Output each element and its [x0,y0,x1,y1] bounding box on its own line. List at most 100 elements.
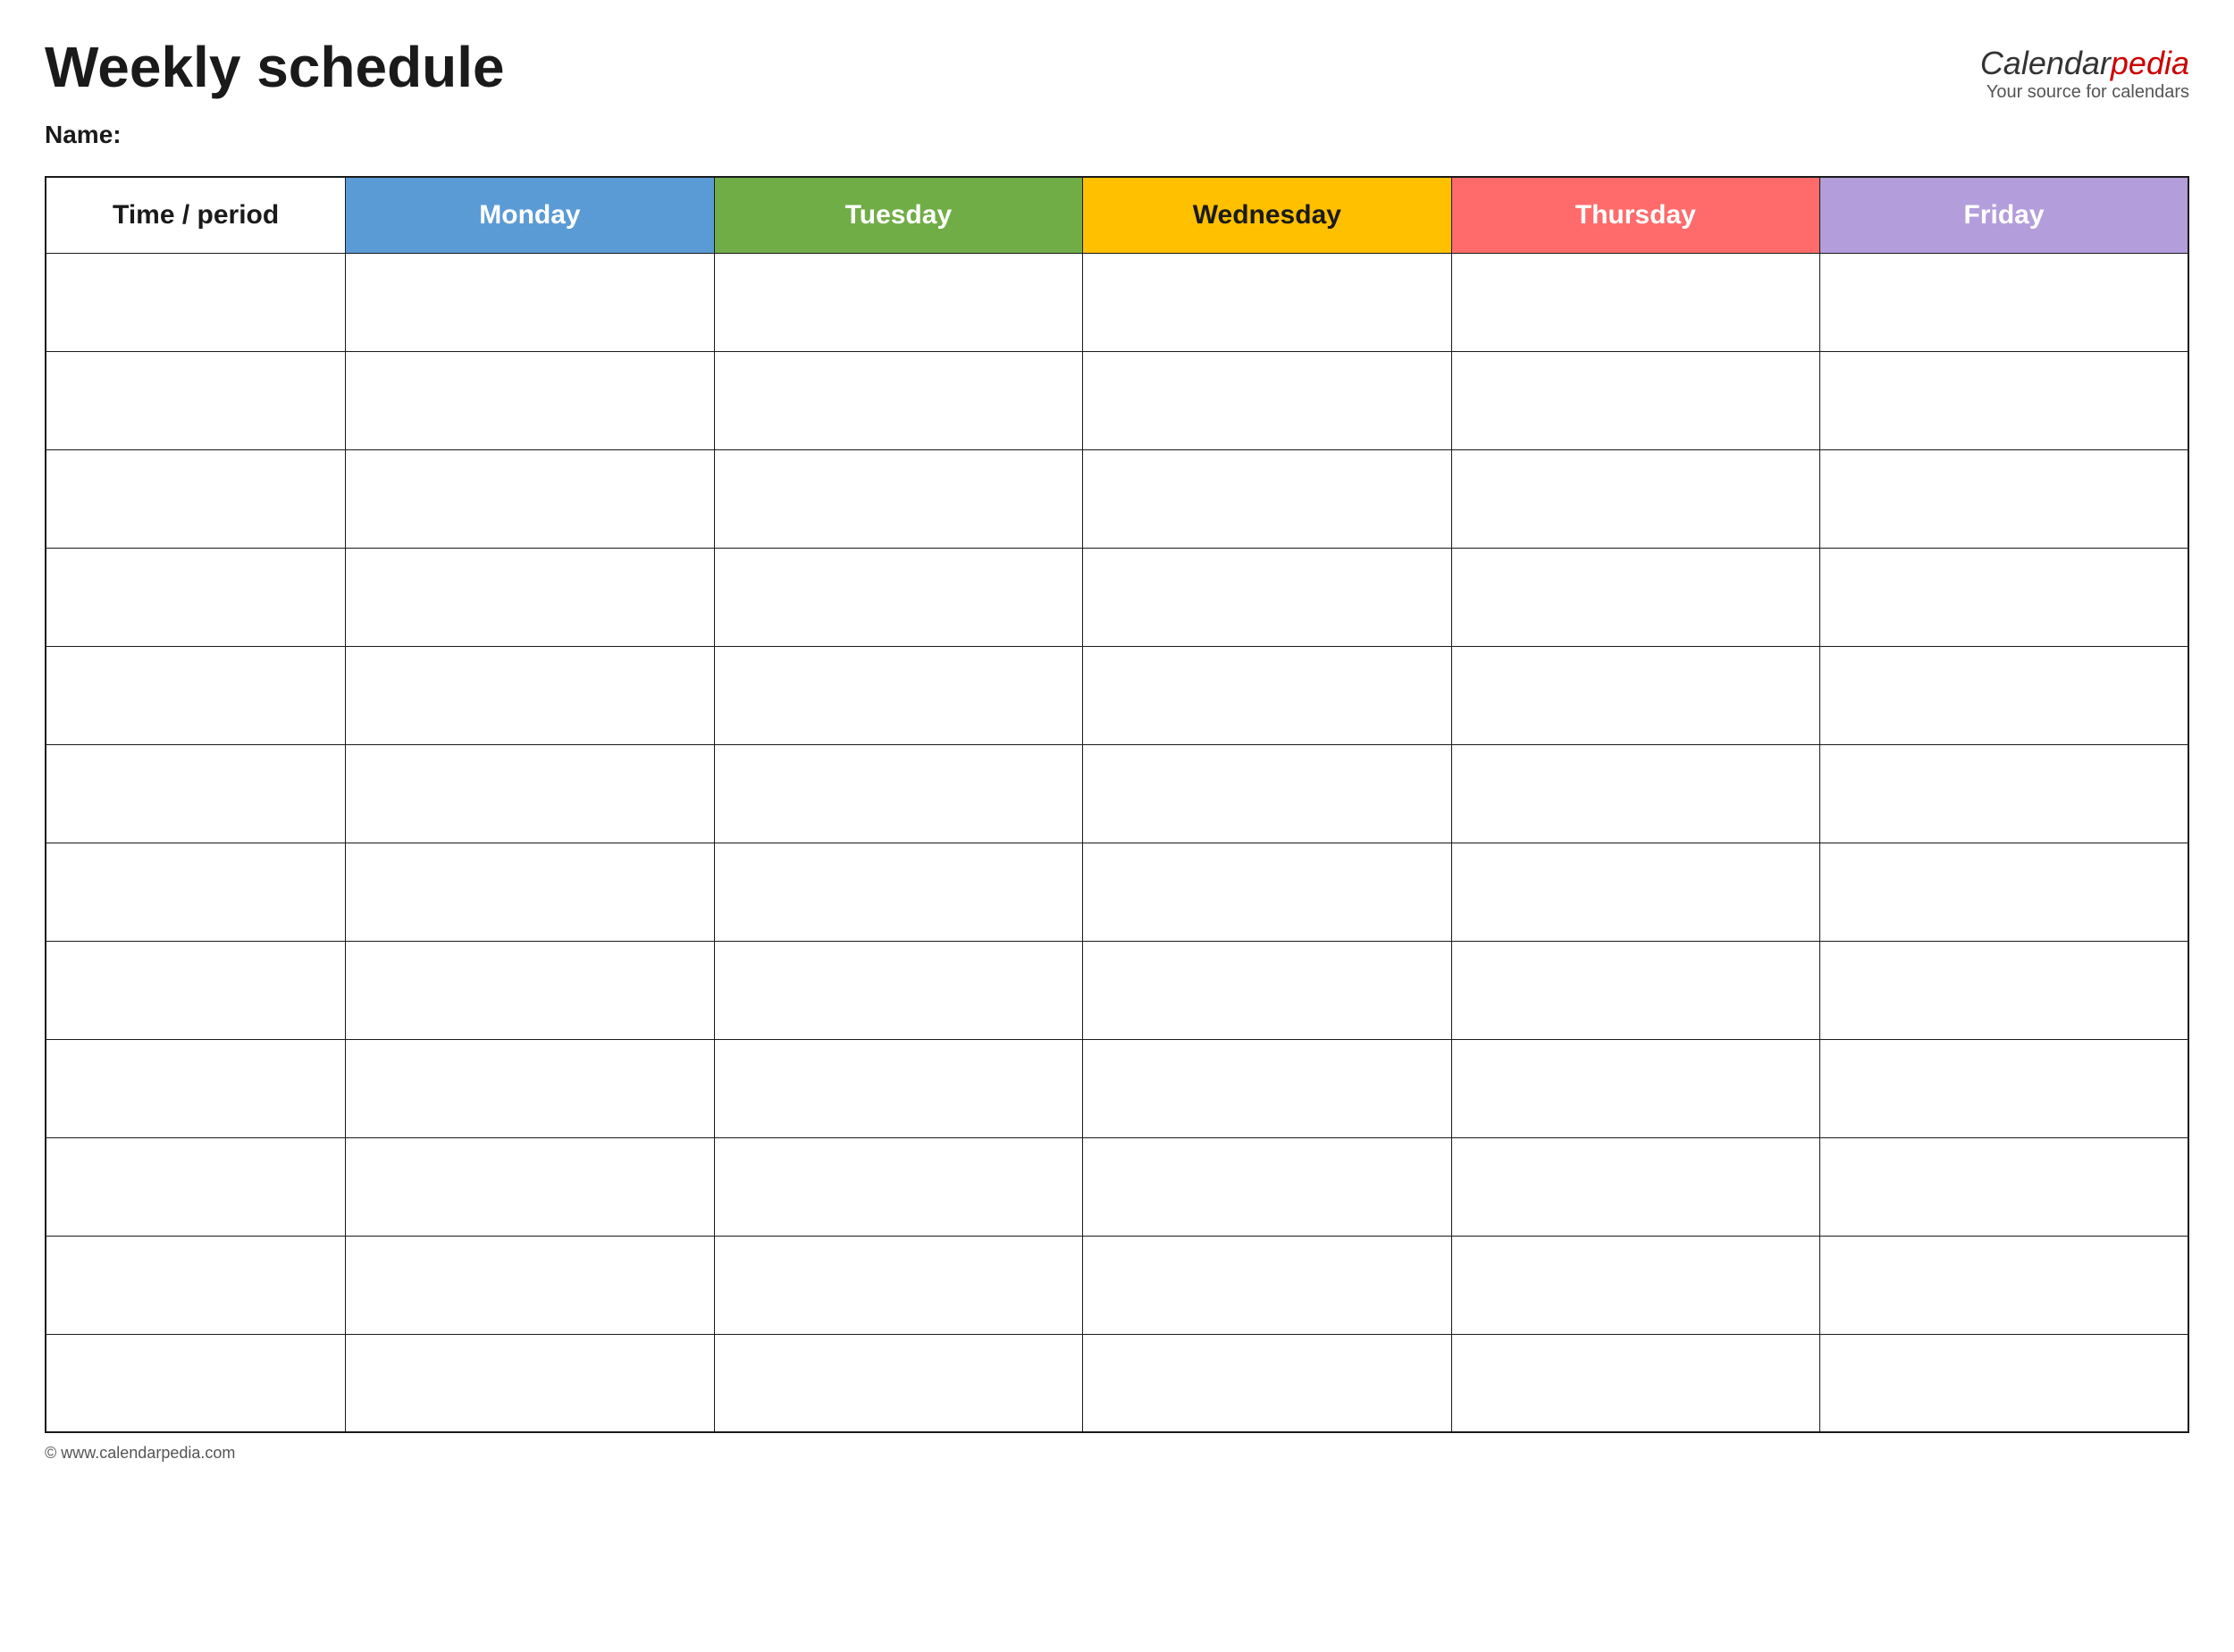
table-cell[interactable] [1451,1236,1819,1334]
header-thursday: Thursday [1451,177,1819,253]
table-cell[interactable] [714,1137,1082,1236]
table-cell[interactable] [346,1039,714,1137]
table-cell[interactable] [346,351,714,449]
table-cell[interactable] [1083,1137,1451,1236]
table-cell[interactable] [1083,646,1451,744]
table-cell[interactable] [1820,449,2188,548]
table-cell[interactable] [1083,449,1451,548]
table-cell[interactable] [46,449,346,548]
table-cell[interactable] [714,843,1082,941]
table-cell[interactable] [1083,744,1451,843]
header-time: Time / period [46,177,346,253]
table-cell[interactable] [1451,1137,1819,1236]
table-cell[interactable] [1451,843,1819,941]
table-cell[interactable] [46,646,346,744]
logo-tagline: Your source for calendars [1980,82,2189,103]
table-cell[interactable] [46,843,346,941]
table-cell[interactable] [1083,1236,1451,1334]
page-header: Weekly schedule Calendarpedia Your sourc… [45,36,2189,103]
table-cell[interactable] [1820,1236,2188,1334]
table-cell[interactable] [346,843,714,941]
table-cell[interactable] [1451,351,1819,449]
logo-calendar: Calendar [1980,45,2111,81]
table-cell[interactable] [1083,843,1451,941]
schedule-table: Time / period Monday Tuesday Wednesday T… [45,176,2189,1433]
header-row: Time / period Monday Tuesday Wednesday T… [46,177,2188,253]
table-cell[interactable] [1451,548,1819,646]
table-cell[interactable] [346,1334,714,1432]
table-cell[interactable] [46,548,346,646]
table-cell[interactable] [1083,351,1451,449]
table-cell[interactable] [714,1039,1082,1137]
table-cell[interactable] [714,1236,1082,1334]
table-cell[interactable] [346,548,714,646]
logo-text: Calendarpedia [1980,45,2189,82]
table-row [46,351,2188,449]
name-row: Name: [45,121,2189,149]
table-cell[interactable] [714,548,1082,646]
table-cell[interactable] [1820,1334,2188,1432]
table-row [46,646,2188,744]
table-row [46,449,2188,548]
table-cell[interactable] [1820,1039,2188,1137]
table-cell[interactable] [1451,253,1819,351]
table-cell[interactable] [46,351,346,449]
table-cell[interactable] [346,646,714,744]
table-cell[interactable] [1451,1039,1819,1137]
table-cell[interactable] [1451,744,1819,843]
table-row [46,253,2188,351]
table-cell[interactable] [714,744,1082,843]
header-monday: Monday [346,177,714,253]
table-cell[interactable] [46,1334,346,1432]
table-cell[interactable] [346,253,714,351]
table-cell[interactable] [1451,1334,1819,1432]
table-cell[interactable] [346,1137,714,1236]
table-row [46,1334,2188,1432]
table-cell[interactable] [46,253,346,351]
table-cell[interactable] [714,1334,1082,1432]
table-row [46,843,2188,941]
table-cell[interactable] [1820,646,2188,744]
table-cell[interactable] [1083,253,1451,351]
table-cell[interactable] [46,1236,346,1334]
table-cell[interactable] [1820,744,2188,843]
logo: Calendarpedia Your source for calendars [1980,36,2189,103]
header-tuesday: Tuesday [714,177,1082,253]
table-row [46,1039,2188,1137]
table-cell[interactable] [1820,1137,2188,1236]
logo-pedia: pedia [2111,45,2189,81]
table-cell[interactable] [1083,941,1451,1039]
name-label: Name: [45,121,122,148]
table-cell[interactable] [1820,548,2188,646]
header-friday: Friday [1820,177,2188,253]
footer: © www.calendarpedia.com [45,1444,2189,1463]
table-cell[interactable] [1820,843,2188,941]
table-cell[interactable] [1083,1334,1451,1432]
table-cell[interactable] [714,449,1082,548]
table-cell[interactable] [346,449,714,548]
table-cell[interactable] [1451,449,1819,548]
table-cell[interactable] [714,646,1082,744]
table-cell[interactable] [346,1236,714,1334]
table-cell[interactable] [46,941,346,1039]
table-cell[interactable] [1820,253,2188,351]
table-cell[interactable] [714,351,1082,449]
table-cell[interactable] [1083,548,1451,646]
table-cell[interactable] [46,1137,346,1236]
table-cell[interactable] [346,941,714,1039]
table-row [46,744,2188,843]
table-row [46,941,2188,1039]
table-cell[interactable] [1820,941,2188,1039]
table-cell[interactable] [46,744,346,843]
table-row [46,1236,2188,1334]
table-cell[interactable] [714,941,1082,1039]
table-cell[interactable] [1820,351,2188,449]
table-cell[interactable] [1083,1039,1451,1137]
table-cell[interactable] [714,253,1082,351]
table-cell[interactable] [346,744,714,843]
table-cell[interactable] [1451,646,1819,744]
page-title: Weekly schedule [45,36,505,98]
table-cell[interactable] [46,1039,346,1137]
header-wednesday: Wednesday [1083,177,1451,253]
table-cell[interactable] [1451,941,1819,1039]
